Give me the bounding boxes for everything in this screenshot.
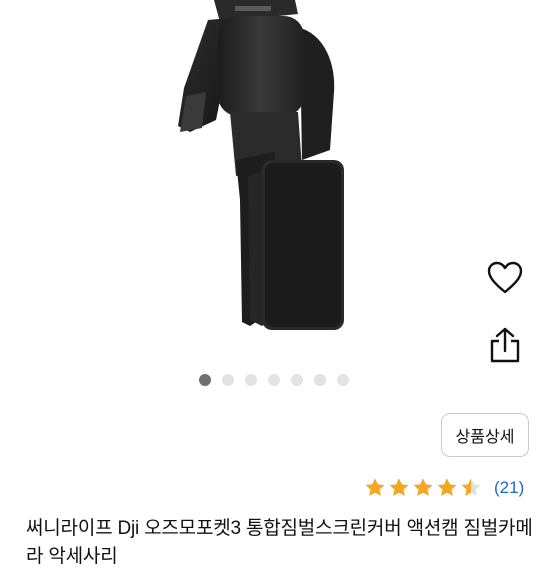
pagination-dot[interactable]: [314, 374, 326, 386]
rating-stars: [364, 477, 484, 499]
product-title: 써니라이프 Dji 오즈모포켓3 통합짐벌스크린커버 액션캠 짐벌카메라 악세사…: [26, 518, 533, 567]
star-full-icon: [413, 478, 433, 496]
product-detail-button[interactable]: 상품상세: [441, 413, 529, 457]
product-image[interactable]: [150, 0, 360, 335]
star-full-icon: [389, 478, 409, 496]
heart-icon: [487, 261, 523, 294]
pagination-dot[interactable]: [222, 374, 234, 386]
review-count[interactable]: (21): [494, 478, 524, 498]
pagination-dot[interactable]: [291, 374, 303, 386]
pagination-dot[interactable]: [199, 374, 211, 386]
pagination-dot[interactable]: [268, 374, 280, 386]
share-icon: [490, 327, 520, 363]
share-button[interactable]: [485, 325, 525, 365]
pagination-dot[interactable]: [245, 374, 257, 386]
star-half-icon: [461, 478, 481, 496]
star-full-icon: [365, 478, 385, 496]
gallery-pagination: [199, 374, 349, 386]
wishlist-button[interactable]: [485, 258, 525, 298]
pagination-dot[interactable]: [337, 374, 349, 386]
star-full-icon: [437, 478, 457, 496]
rating: (21): [364, 477, 524, 499]
